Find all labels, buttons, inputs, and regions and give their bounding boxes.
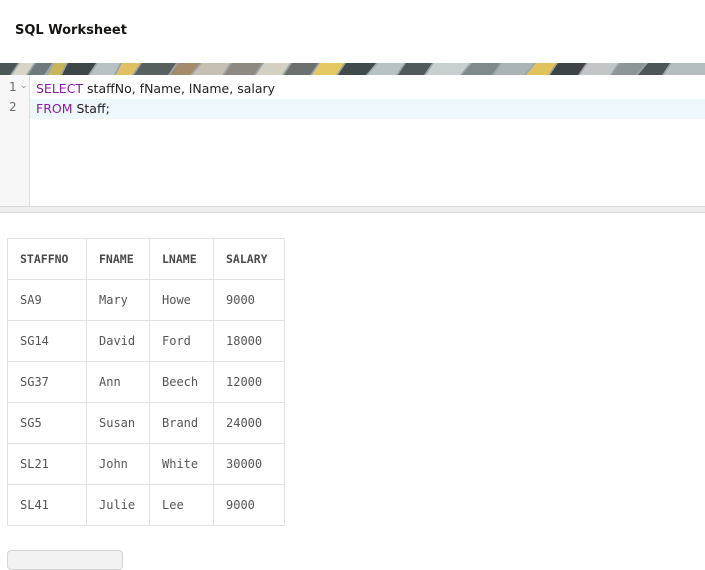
results-action-button[interactable]	[7, 550, 123, 570]
code-line[interactable]: SELECT staffNo, fName, lName, salary	[30, 79, 705, 99]
table-cell: Brand	[149, 402, 214, 444]
table-row: SL41 Julie Lee 9000	[7, 484, 285, 526]
table-cell: Susan	[86, 402, 150, 444]
table-cell: Julie	[86, 484, 150, 526]
results-table: STAFFNO FNAME LNAME SALARY SA9 Mary Howe…	[7, 238, 285, 526]
table-cell: SG14	[7, 320, 87, 362]
table-cell: Ford	[149, 320, 214, 362]
fold-chevron-icon[interactable]: ⌄	[20, 81, 28, 91]
table-cell: Mary	[86, 279, 150, 321]
sql-keyword: FROM	[36, 101, 73, 116]
table-cell: 18000	[213, 320, 285, 362]
table-cell: SG5	[7, 402, 87, 444]
sql-keyword: SELECT	[36, 81, 84, 96]
code-line-active[interactable]: FROM Staff;	[30, 99, 705, 119]
sql-editor[interactable]: 1 ⌄ 2 SELECT staffNo, fName, lName, sala…	[0, 75, 705, 206]
sql-text: staffNo, fName, lName, salary	[83, 81, 276, 96]
table-cell: 12000	[213, 361, 285, 403]
column-header-lname[interactable]: LNAME	[149, 238, 214, 280]
table-row: SL21 John White 30000	[7, 443, 285, 485]
table-cell: 9000	[213, 279, 285, 321]
table-cell: SA9	[7, 279, 87, 321]
table-cell: SL41	[7, 484, 87, 526]
table-cell: John	[86, 443, 150, 485]
decorative-banner	[0, 63, 705, 75]
line-number: 1	[9, 80, 17, 94]
table-cell: 30000	[213, 443, 285, 485]
column-header-fname[interactable]: FNAME	[86, 238, 150, 280]
table-cell: White	[149, 443, 214, 485]
table-cell: 9000	[213, 484, 285, 526]
sql-text: Staff;	[72, 101, 110, 116]
table-row: SG5 Susan Brand 24000	[7, 402, 285, 444]
column-header-staffno[interactable]: STAFFNO	[7, 238, 87, 280]
column-header-salary[interactable]: SALARY	[213, 238, 285, 280]
table-cell: Howe	[149, 279, 214, 321]
table-cell: David	[86, 320, 150, 362]
table-row: SG14 David Ford 18000	[7, 320, 285, 362]
table-cell: SG37	[7, 361, 87, 403]
table-row: SA9 Mary Howe 9000	[7, 279, 285, 321]
table-cell: SL21	[7, 443, 87, 485]
line-number: 2	[9, 100, 17, 114]
page-title: SQL Worksheet	[15, 23, 127, 38]
line-number-gutter: 1 ⌄ 2	[0, 75, 30, 206]
table-cell: 24000	[213, 402, 285, 444]
table-header-row: STAFFNO FNAME LNAME SALARY	[7, 238, 285, 280]
pane-splitter[interactable]	[0, 206, 705, 213]
table-cell: Lee	[149, 484, 214, 526]
table-cell: Ann	[86, 361, 150, 403]
table-cell: Beech	[149, 361, 214, 403]
table-row: SG37 Ann Beech 12000	[7, 361, 285, 403]
